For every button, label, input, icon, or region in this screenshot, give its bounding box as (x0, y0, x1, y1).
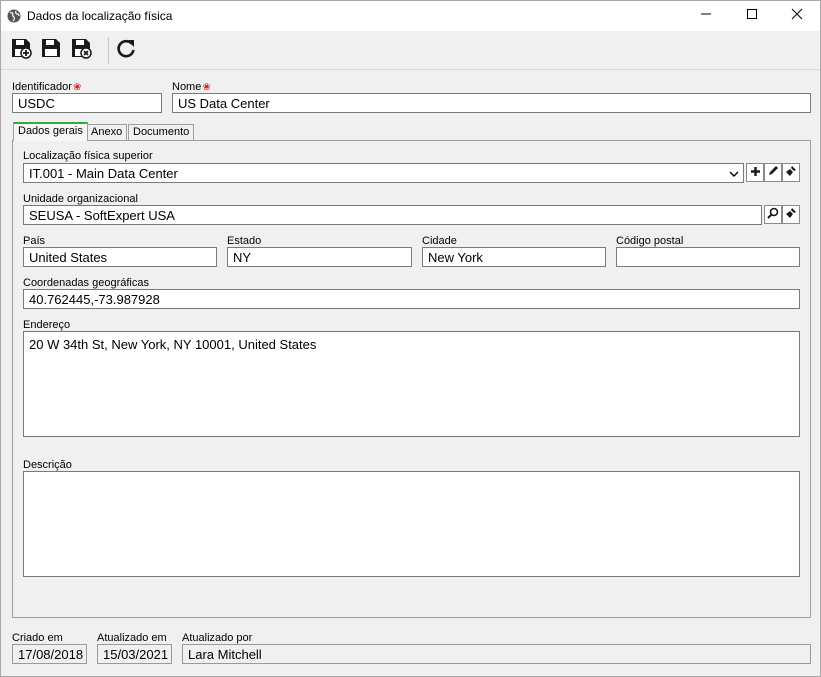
atualizado-em-value: 15/03/2021 (97, 644, 172, 664)
save-icon (40, 37, 62, 64)
save-button[interactable] (39, 38, 63, 62)
clear-button[interactable] (782, 163, 800, 182)
endereco-textarea[interactable]: 20 W 34th St, New York, NY 10001, United… (23, 331, 800, 437)
required-icon: ❀ (72, 82, 82, 93)
refresh-icon (115, 37, 137, 64)
pais-input[interactable]: United States (23, 247, 217, 267)
identificador-label: Identificador❀ (12, 81, 82, 93)
maximize-icon (746, 7, 758, 25)
chevron-down-icon (729, 167, 739, 182)
estado-label: Estado (227, 235, 262, 247)
clear-unit-button[interactable] (782, 205, 800, 224)
descricao-label: Descrição (23, 459, 72, 471)
save-close-button[interactable] (69, 38, 93, 62)
unidade-label: Unidade organizacional (23, 193, 138, 205)
localizacao-superior-select[interactable]: IT.001 - Main Data Center (23, 163, 744, 183)
broom-icon (785, 206, 797, 224)
criado-em-label: Criado em (12, 632, 63, 644)
save-new-button[interactable] (9, 38, 33, 62)
estado-input[interactable]: NY (227, 247, 412, 267)
atualizado-por-value: Lara Mitchell (182, 644, 811, 664)
search-icon (767, 206, 779, 224)
atualizado-em-label: Atualizado em (97, 632, 167, 644)
tab-anexo[interactable]: Anexo (86, 124, 128, 140)
refresh-button[interactable] (114, 38, 138, 62)
atualizado-por-label: Atualizado por (182, 632, 253, 644)
localizacao-superior-value: IT.001 - Main Data Center (29, 166, 178, 181)
minimize-button[interactable] (683, 1, 729, 31)
plus-icon (750, 164, 761, 182)
tab-dados-gerais[interactable]: Dados gerais (13, 122, 88, 141)
coordenadas-input[interactable]: 40.762445,-73.987928 (23, 289, 800, 309)
toolbar (1, 31, 820, 70)
toolbar-separator (108, 37, 109, 64)
cidade-input[interactable]: New York (422, 247, 606, 267)
broom-icon (785, 164, 797, 182)
save-new-icon (10, 37, 32, 64)
required-icon: ❀ (202, 82, 211, 93)
edit-button[interactable] (764, 163, 782, 182)
pencil-icon (767, 164, 779, 182)
codigo-postal-label: Código postal (616, 235, 684, 247)
minimize-icon (700, 7, 712, 25)
codigo-postal-input[interactable] (616, 247, 800, 267)
add-button[interactable] (746, 163, 764, 182)
nome-input[interactable]: US Data Center (172, 93, 811, 113)
globe-icon (7, 9, 21, 23)
dialog-window: Dados da localização física Identificado… (0, 0, 821, 677)
save-close-icon (70, 37, 92, 64)
maximize-button[interactable] (729, 1, 775, 31)
tab-documento[interactable]: Documento (128, 124, 195, 140)
unidade-input[interactable]: SEUSA - SoftExpert USA (23, 205, 762, 225)
close-button[interactable] (774, 1, 820, 31)
coordenadas-label: Coordenadas geográficas (23, 277, 149, 289)
descricao-textarea[interactable] (23, 471, 800, 577)
window-title: Dados da localização física (27, 9, 173, 23)
close-icon (791, 7, 803, 25)
localizacao-superior-label: Localização física superior (23, 150, 153, 162)
identificador-input[interactable]: USDC (12, 93, 162, 113)
cidade-label: Cidade (422, 235, 457, 247)
criado-em-value: 17/08/2018 (12, 644, 87, 664)
nome-label: Nome❀ (172, 81, 211, 93)
title-bar: Dados da localização física (1, 1, 820, 31)
pais-label: País (23, 235, 46, 247)
endereco-label: Endereço (23, 319, 71, 331)
search-button[interactable] (764, 205, 782, 224)
